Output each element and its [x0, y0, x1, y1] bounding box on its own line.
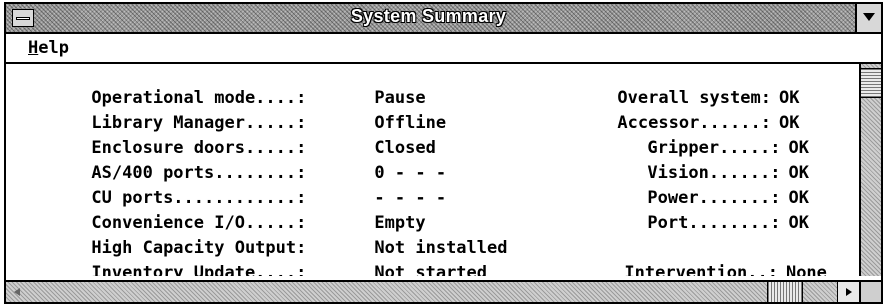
status-row-intervention: Intervention..: None [563, 240, 861, 276]
status-label: Intervention..: [624, 263, 778, 276]
status-row-port: Port........: OK [586, 190, 861, 233]
summary-panel: Operational mode....: Pause Library Manag… [6, 64, 861, 276]
menu-help-mnemonic: H [28, 38, 39, 58]
menu-help[interactable]: Help [28, 38, 69, 58]
maximize-down-arrow-icon[interactable] [855, 4, 881, 32]
scroll-right-arrow-icon[interactable] [837, 282, 859, 302]
status-row-overall-system: Overall system: OK [556, 65, 856, 108]
status-row-enclosure-doors: Enclosure doors.....: Closed [30, 115, 490, 158]
status-row-accessor: Accessor......: OK [556, 90, 856, 133]
status-row-vision: Vision......: OK [586, 140, 861, 183]
status-row-operational-mode: Operational mode....: Pause [30, 65, 490, 108]
scroll-left-arrow-icon[interactable] [10, 284, 28, 300]
menu-help-label: elp [38, 38, 69, 58]
status-value: Not started [374, 263, 488, 276]
status-row-inventory-update: Inventory Update....: Not started [30, 240, 490, 276]
status-value: OK [788, 213, 809, 233]
horizontal-scrollbar[interactable] [6, 280, 859, 302]
status-row-as400-ports: AS/400 ports........: 0 - - - [30, 140, 490, 183]
scrollbar-corner [859, 280, 881, 302]
window-title: System Summary [350, 6, 507, 26]
system-summary-window: System Summary Help Operational mode....… [4, 2, 883, 304]
title-bar[interactable]: System Summary [6, 4, 881, 34]
vertical-scrollbar[interactable] [859, 64, 881, 276]
horizontal-scroll-thumb[interactable] [767, 282, 803, 302]
status-label: Inventory Update....: [91, 263, 307, 276]
status-label: Port........: [647, 213, 781, 233]
status-value: None [785, 263, 827, 276]
menu-bar: Help [6, 34, 881, 64]
vertical-scroll-thumb[interactable] [861, 68, 881, 98]
status-row-high-capacity-output: High Capacity Output: Not installed [30, 215, 507, 258]
status-row-library-manager: Library Manager.....: Offline [30, 90, 490, 133]
status-row-gripper: Gripper.....: OK [586, 115, 861, 158]
status-row-cu-ports: CU ports............: - - - - [30, 165, 490, 208]
status-row-power: Power.......: OK [586, 165, 861, 208]
status-row-convenience-io: Convenience I/O.....: Empty [30, 190, 490, 233]
